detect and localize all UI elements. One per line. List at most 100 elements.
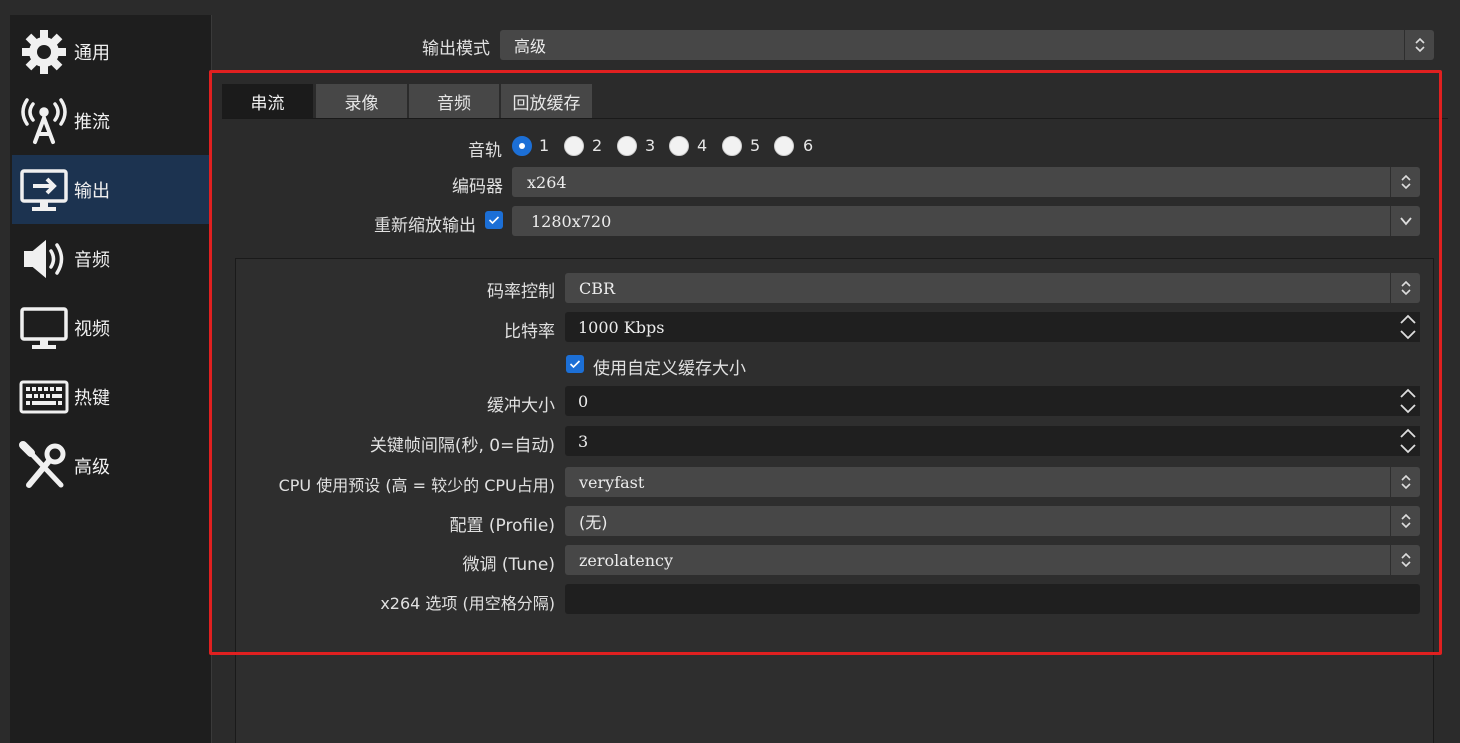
spin-up-button[interactable]	[1396, 312, 1420, 327]
spin-down-button[interactable]	[1396, 441, 1420, 456]
tab-replay-buffer[interactable]: 回放缓存	[501, 84, 592, 118]
track-radio-5[interactable]	[722, 136, 742, 156]
tab-divider	[222, 118, 1448, 119]
spin-up-button[interactable]	[1396, 386, 1420, 401]
rescale-label: 重新缩放输出	[374, 216, 476, 236]
chevron-up-icon	[1400, 428, 1416, 438]
buffer-size-label: 缓冲大小	[487, 396, 555, 416]
tab-label: 音频	[437, 93, 471, 114]
sidebar-item-label: 推流	[74, 111, 110, 133]
encoder-label: 编码器	[452, 177, 503, 197]
rescale-resolution-select[interactable]: 1280x720	[512, 206, 1420, 236]
keyframe-interval-label: 关键帧间隔(秒, 0=自动)	[369, 436, 555, 456]
chevron-down-icon	[1400, 404, 1416, 414]
tab-label: 回放缓存	[512, 93, 581, 114]
sidebar-item-label: 输出	[74, 180, 110, 202]
sidebar-item-output[interactable]: 输出	[12, 155, 210, 224]
updown-arrow-icon	[1390, 167, 1420, 197]
track-option-label: 3	[645, 136, 656, 155]
sidebar-item-label: 视频	[74, 318, 110, 340]
tab-recording[interactable]: 录像	[316, 84, 407, 118]
buffer-size-spinbox[interactable]: 0	[565, 386, 1420, 416]
x264-options-input[interactable]	[565, 584, 1420, 614]
updown-arrow-icon	[1390, 273, 1420, 303]
spin-up-button[interactable]	[1396, 426, 1420, 441]
cpu-preset-select[interactable]: veryfast	[565, 467, 1420, 497]
rate-control-label: 码率控制	[487, 282, 555, 302]
track-option-label: 2	[592, 136, 603, 155]
buffer-size-value: 0	[578, 391, 589, 411]
gear-icon	[14, 22, 74, 82]
tab-label: 串流	[250, 93, 285, 114]
sidebar-item-stream[interactable]: 推流	[12, 86, 210, 155]
track-radio-4[interactable]	[669, 136, 689, 156]
cpu-preset-value: veryfast	[579, 472, 645, 492]
sidebar-item-advanced[interactable]: 高级	[12, 431, 210, 500]
track-option-label: 1	[539, 136, 550, 155]
sidebar-item-label: 高级	[74, 456, 110, 478]
keyboard-icon	[14, 367, 74, 427]
sidebar-item-label: 热键	[74, 387, 110, 409]
sidebar-item-audio[interactable]: 音频	[12, 224, 210, 293]
profile-value: (无)	[579, 513, 608, 532]
rate-control-value: CBR	[579, 278, 616, 298]
profile-label: 配置 (Profile)	[449, 516, 555, 536]
sidebar-item-hotkeys[interactable]: 热键	[12, 362, 210, 431]
updown-arrow-icon	[1390, 467, 1420, 497]
track-radio-1[interactable]	[512, 136, 532, 156]
track-radio-2[interactable]	[564, 136, 584, 156]
tab-label: 录像	[344, 93, 379, 114]
chevron-down-icon	[1400, 330, 1416, 340]
tune-value: zerolatency	[579, 550, 674, 570]
track-option-label: 6	[803, 136, 814, 155]
updown-arrow-icon	[1390, 506, 1420, 536]
spin-down-button[interactable]	[1396, 401, 1420, 416]
track-radio-3[interactable]	[617, 136, 637, 156]
checkmark-icon	[569, 360, 581, 369]
tab-stream[interactable]: 串流	[222, 84, 313, 118]
chevron-up-icon	[1400, 388, 1416, 398]
settings-sidebar: 通用 推流 输出 音频 视频 热键 高级	[10, 15, 212, 743]
x264-options-label: x264 选项 (用空格分隔)	[380, 594, 555, 613]
sidebar-item-label: 通用	[74, 42, 110, 64]
sidebar-item-label: 音频	[74, 249, 110, 271]
output-icon	[14, 160, 74, 220]
updown-arrow-icon	[1390, 545, 1420, 575]
custom-buffer-checkbox[interactable]	[566, 355, 584, 373]
chevron-down-icon	[1390, 206, 1420, 236]
encoder-value: x264	[527, 172, 567, 192]
track-label: 音轨	[468, 141, 502, 161]
output-mode-select[interactable]: 高级	[500, 30, 1434, 60]
keyframe-interval-spinbox[interactable]: 3	[565, 426, 1420, 456]
checkmark-icon	[488, 216, 500, 225]
sidebar-item-video[interactable]: 视频	[12, 293, 210, 362]
rescale-checkbox[interactable]	[485, 211, 503, 229]
bitrate-spinbox[interactable]: 1000 Kbps	[565, 312, 1420, 342]
rescale-value: 1280x720	[531, 211, 612, 231]
tab-audio[interactable]: 音频	[409, 84, 499, 118]
spin-down-button[interactable]	[1396, 327, 1420, 342]
sidebar-item-general[interactable]: 通用	[12, 17, 210, 86]
output-mode-value: 高级	[514, 37, 547, 56]
custom-buffer-label: 使用自定义缓存大小	[593, 359, 746, 379]
output-mode-label: 输出模式	[422, 39, 490, 59]
tools-icon	[14, 436, 74, 496]
profile-select[interactable]: (无)	[565, 506, 1420, 536]
bitrate-label: 比特率	[504, 322, 555, 342]
rate-control-select[interactable]: CBR	[565, 273, 1420, 303]
bitrate-value: 1000 Kbps	[578, 317, 665, 337]
track-option-label: 4	[697, 136, 708, 155]
tune-label: 微调 (Tune)	[462, 555, 555, 575]
monitor-icon	[14, 298, 74, 358]
track-option-label: 5	[750, 136, 761, 155]
chevron-up-icon	[1400, 314, 1416, 324]
encoder-select[interactable]: x264	[512, 167, 1420, 197]
chevron-down-icon	[1400, 444, 1416, 454]
broadcast-icon	[14, 91, 74, 151]
speaker-icon	[14, 229, 74, 289]
updown-arrow-icon	[1404, 30, 1434, 60]
keyframe-interval-value: 3	[578, 431, 589, 451]
tune-select[interactable]: zerolatency	[565, 545, 1420, 575]
track-radio-6[interactable]	[774, 136, 794, 156]
cpu-preset-label: CPU 使用预设 (高 = 较少的 CPU占用)	[278, 476, 555, 495]
